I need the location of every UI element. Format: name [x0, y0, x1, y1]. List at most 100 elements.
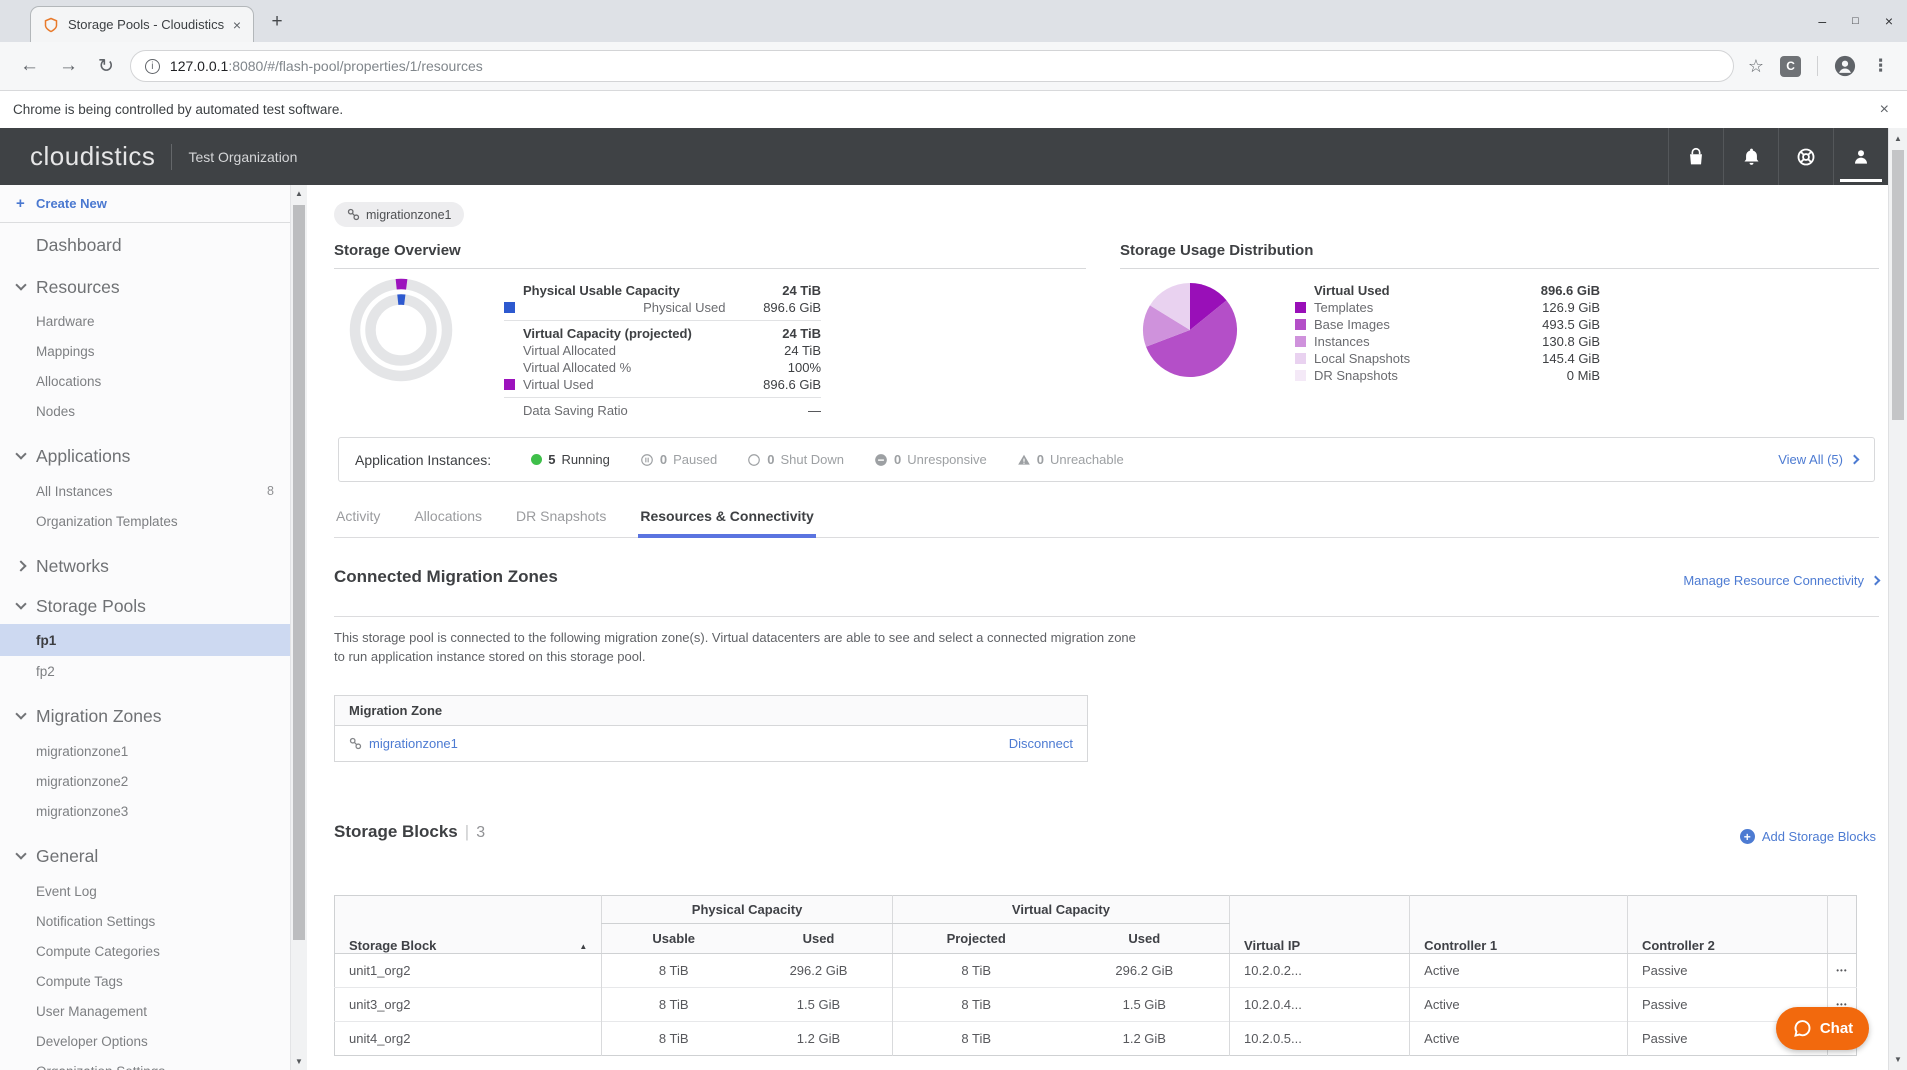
- sidebar-item-hardware[interactable]: Hardware: [0, 306, 290, 336]
- browser-tab[interactable]: Storage Pools - Cloudistics: [30, 6, 254, 42]
- storage-overview-title: Storage Overview: [334, 242, 1086, 269]
- tab-activity[interactable]: Activity: [334, 505, 382, 538]
- cloudistics-logo[interactable]: cloudistics: [30, 141, 155, 172]
- sidebar-section-applications[interactable]: Applications: [0, 439, 290, 473]
- sidebar-item-migrationzone1[interactable]: migrationzone1: [0, 736, 290, 766]
- sidebar-scrollbar[interactable]: [290, 185, 307, 1070]
- tab-dr-snapshots[interactable]: DR Snapshots: [514, 505, 608, 538]
- storage-blocks-heading: Storage Blocks|3: [334, 822, 485, 842]
- sidebar-item-dashboard[interactable]: Dashboard: [0, 228, 290, 262]
- row-actions-menu-icon[interactable]: [1827, 954, 1856, 988]
- sort-ascending-icon: [579, 942, 587, 951]
- group-header-virtual-capacity: Virtual Capacity: [892, 896, 1229, 924]
- column-header-used-physical[interactable]: Used: [745, 924, 892, 954]
- sidebar-item-organization-settings[interactable]: Organization Settings: [0, 1056, 290, 1070]
- sidebar-item-compute-tags[interactable]: Compute Tags: [0, 966, 290, 996]
- chevron-down-icon: [15, 279, 26, 290]
- bookmark-star-icon[interactable]: [1748, 56, 1764, 77]
- forward-icon[interactable]: [59, 55, 78, 77]
- sidebar-item-nodes[interactable]: Nodes: [0, 396, 290, 426]
- legend-row: DR Snapshots0 MiB: [1295, 367, 1600, 384]
- bell-icon: [1741, 146, 1762, 167]
- base-images-swatch: [1295, 319, 1306, 330]
- user-menu-button[interactable]: [1833, 128, 1888, 185]
- sidebar-section-networks[interactable]: Networks: [0, 549, 290, 583]
- column-header-projected[interactable]: Projected: [892, 924, 1059, 954]
- infobar-close-icon[interactable]: [1880, 101, 1889, 119]
- sidebar-item-all-instances[interactable]: All Instances8: [0, 476, 290, 506]
- chevron-down-icon: [15, 708, 26, 719]
- notifications-button[interactable]: [1723, 128, 1778, 185]
- tab-allocations[interactable]: Allocations: [412, 505, 484, 538]
- sidebar-item-mappings[interactable]: Mappings: [0, 336, 290, 366]
- disconnect-link[interactable]: Disconnect: [1009, 736, 1073, 751]
- storage-blocks-count: 3: [476, 824, 485, 841]
- column-header-used-virtual[interactable]: Used: [1060, 924, 1230, 954]
- page-scrollbar[interactable]: [1888, 128, 1907, 1070]
- column-header-controller-2[interactable]: Controller 2: [1627, 896, 1827, 954]
- tab-resources-connectivity[interactable]: Resources & Connectivity: [638, 505, 816, 538]
- running-dot-icon: [531, 454, 542, 465]
- sidebar-item-organization-templates[interactable]: Organization Templates: [0, 506, 290, 536]
- column-header-storage-block[interactable]: Storage Block: [335, 896, 602, 954]
- chevron-down-icon: [15, 848, 26, 859]
- window-close-icon[interactable]: [1885, 13, 1893, 29]
- address-bar[interactable]: 127.0.0.1:8080/#/flash-pool/properties/1…: [130, 50, 1734, 82]
- toolbar-divider: [1817, 56, 1818, 76]
- sidebar-section-general[interactable]: General: [0, 839, 290, 873]
- sidebar-section-resources[interactable]: Resources: [0, 270, 290, 304]
- page-scrollbar-thumb[interactable]: [1892, 150, 1904, 420]
- storage-blocks-table: Storage Block Physical Capacity Virtual …: [334, 895, 1857, 1056]
- view-all-link[interactable]: View All (5): [1778, 452, 1858, 467]
- extension-icon[interactable]: C: [1780, 56, 1801, 77]
- chat-button[interactable]: Chat: [1776, 1007, 1869, 1050]
- browser-menu-icon[interactable]: [1872, 56, 1889, 76]
- info-icon[interactable]: [145, 59, 160, 74]
- sidebar-item-developer-options[interactable]: Developer Options: [0, 1026, 290, 1056]
- manage-resource-connectivity-link[interactable]: Manage Resource Connectivity: [1683, 573, 1879, 588]
- sidebar-item-compute-categories[interactable]: Compute Categories: [0, 936, 290, 966]
- window-maximize-icon[interactable]: [1852, 15, 1859, 27]
- sidebar-item-notification-settings[interactable]: Notification Settings: [0, 906, 290, 936]
- reload-icon[interactable]: [98, 55, 114, 78]
- legend-row: Virtual Allocated %100%: [504, 359, 821, 376]
- sidebar-item-event-log[interactable]: Event Log: [0, 876, 290, 906]
- create-new-button[interactable]: Create New: [0, 185, 290, 223]
- sidebar-item-migrationzone2[interactable]: migrationzone2: [0, 766, 290, 796]
- scroll-down-icon[interactable]: [291, 1057, 307, 1066]
- plus-icon: [16, 195, 25, 212]
- scroll-up-icon[interactable]: [291, 189, 307, 198]
- support-button[interactable]: [1778, 128, 1833, 185]
- back-icon[interactable]: [20, 55, 39, 77]
- legend-row: Virtual Capacity (projected)24 TiB: [504, 325, 821, 342]
- legend-row: Base Images493.5 GiB: [1295, 316, 1600, 333]
- chevron-down-icon: [15, 598, 26, 609]
- scroll-down-icon[interactable]: [1889, 1055, 1907, 1064]
- legend-row: Physical Usable Capacity24 TiB: [504, 282, 821, 299]
- window-minimize-icon[interactable]: [1818, 13, 1826, 29]
- sidebar-scrollbar-thumb[interactable]: [293, 205, 305, 940]
- profile-avatar-icon[interactable]: [1834, 55, 1856, 77]
- chevron-right-icon: [1871, 576, 1881, 586]
- browser-toolbar: 127.0.0.1:8080/#/flash-pool/properties/1…: [0, 42, 1907, 91]
- column-header-virtual-ip[interactable]: Virtual IP: [1230, 896, 1410, 954]
- add-storage-blocks-link[interactable]: Add Storage Blocks: [1740, 829, 1876, 844]
- storage-overview-panel: Storage Overview: [334, 242, 1086, 269]
- sidebar-item-fp1[interactable]: fp1: [0, 624, 290, 656]
- sidebar-section-storage-pools[interactable]: Storage Pools: [0, 589, 290, 623]
- sidebar-item-migrationzone3[interactable]: migrationzone3: [0, 796, 290, 826]
- sidebar-item-allocations[interactable]: Allocations: [0, 366, 290, 396]
- zone-tag-pill[interactable]: migrationzone1: [334, 202, 464, 227]
- new-tab-button[interactable]: [264, 9, 290, 35]
- column-header-usable[interactable]: Usable: [602, 924, 745, 954]
- chat-bubble-icon: [1792, 1018, 1813, 1039]
- marketplace-button[interactable]: [1668, 128, 1723, 185]
- sidebar-item-user-management[interactable]: User Management: [0, 996, 290, 1026]
- tab-close-icon[interactable]: [229, 17, 245, 33]
- scroll-up-icon[interactable]: [1889, 134, 1907, 143]
- sidebar-section-migration-zones[interactable]: Migration Zones: [0, 699, 290, 733]
- migrationzone1-link[interactable]: migrationzone1: [369, 736, 458, 751]
- column-header-controller-1[interactable]: Controller 1: [1410, 896, 1628, 954]
- sidebar-item-fp2[interactable]: fp2: [0, 656, 290, 686]
- storage-distribution-title: Storage Usage Distribution: [1120, 242, 1879, 269]
